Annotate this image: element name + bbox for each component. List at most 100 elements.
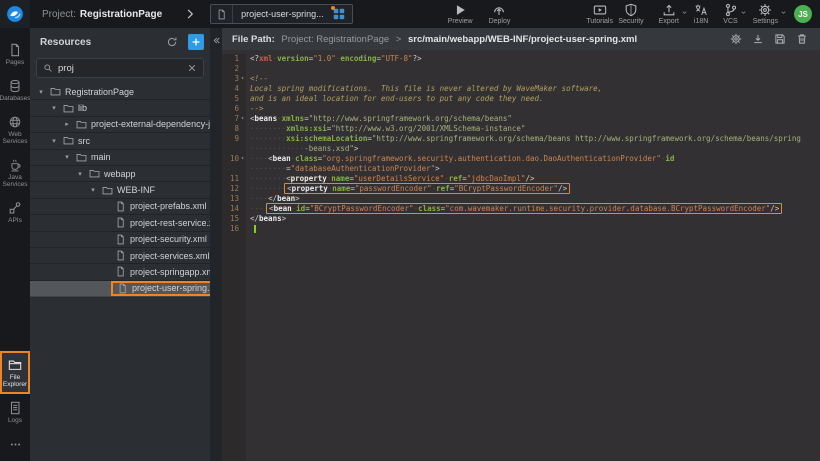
code-line[interactable]: ············-beans.xsd"> [222, 144, 820, 154]
add-resource-button[interactable] [188, 34, 204, 50]
code-line[interactable]: 5and is an ideal location for end-users … [222, 94, 820, 104]
code-line[interactable]: 6--> [222, 104, 820, 114]
tree-caret-icon[interactable]: ▾ [62, 153, 72, 161]
line-number: 11 [222, 174, 246, 184]
security-button[interactable]: Security [618, 3, 643, 25]
tree-caret-icon[interactable]: ▸ [62, 120, 72, 128]
left-rail: PagesDatabasesWeb ServicesJava ServicesA… [0, 28, 30, 461]
code-line[interactable]: 2 [222, 64, 820, 74]
code-line[interactable]: 1<?xml·version="1.0"·encoding="UTF-8"?> [222, 54, 820, 64]
code-line[interactable]: ········="databaseAuthenticationProvider… [222, 164, 820, 174]
delete-icon[interactable] [796, 33, 808, 45]
file-icon [115, 250, 126, 261]
tab-file-button[interactable] [211, 5, 233, 23]
folder-tab-icon [8, 358, 22, 372]
tree-item-main[interactable]: ▾main [30, 150, 210, 166]
folder-icon [76, 119, 87, 130]
save-icon[interactable] [774, 33, 786, 45]
refresh-icon[interactable] [166, 36, 178, 48]
logs-icon [8, 401, 22, 415]
tree-item-inner: src [59, 133, 94, 148]
chevron-down-icon[interactable] [780, 9, 787, 16]
tree-item-project-rest-service.xml[interactable]: project-rest-service.xml [30, 215, 210, 231]
editor-settings-icon[interactable] [730, 33, 742, 45]
tree-item-project-external-dependency-jars[interactable]: ▸ project-external-dependency-jars [30, 117, 210, 133]
tree-caret-icon[interactable]: ▾ [36, 88, 46, 96]
sidebar-item-pages[interactable]: Pages [0, 36, 30, 72]
fold-placeholder [239, 94, 246, 104]
user-avatar[interactable]: JS [794, 5, 812, 23]
code-area[interactable]: 1<?xml·version="1.0"·encoding="UTF-8"?>2… [222, 50, 820, 461]
tree-item-WEB-INF[interactable]: ▾ WEB-INF [30, 182, 210, 198]
panel-splitter[interactable] [210, 28, 222, 461]
code-line[interactable]: 12········<property·name="passwordEncode… [222, 184, 820, 194]
sidebar-item-web-services[interactable]: Web Services [0, 108, 30, 151]
deploy-button[interactable]: Deploy [489, 3, 511, 25]
code-line[interactable]: 15</beans> [222, 214, 820, 224]
code-line[interactable]: 7▾<beans·xmlns="http://www.springframewo… [222, 114, 820, 124]
annotation-box: <bean·id="BCryptPasswordEncoder"·class="… [266, 203, 782, 214]
tree-item-project-prefabs.xml[interactable]: project-prefabs.xml [30, 199, 210, 215]
export-button[interactable]: Export [659, 3, 679, 25]
settings-button[interactable]: Settings [753, 3, 778, 25]
code-line[interactable]: 3▾<!-- [222, 74, 820, 84]
tree-item-lib[interactable]: ▾lib [30, 100, 210, 116]
pages-grid-icon[interactable] [332, 7, 346, 21]
sidebar-item-file-explorer[interactable]: File Explorer [0, 351, 30, 394]
line-number [222, 164, 246, 174]
code-line[interactable]: 8········xmlns:xsi="http://www.w3.org/20… [222, 124, 820, 134]
sidebar-item-java-services[interactable]: Java Services [0, 151, 30, 194]
fold-toggle-icon[interactable]: ▾ [239, 74, 246, 84]
sidebar-item-apis[interactable]: APIs [0, 194, 30, 230]
code-empty-area[interactable] [222, 234, 820, 461]
deploy-icon [492, 3, 506, 17]
preview-button[interactable]: Preview [448, 3, 473, 25]
tree-item-label: project-external-dependency-jars [91, 119, 210, 129]
code-line[interactable]: 16 [222, 224, 820, 234]
tree-item-inner: project-services.xml [111, 248, 210, 263]
sidebar-item-logs[interactable]: Logs [0, 394, 30, 430]
code-line[interactable]: 14····<bean·id="BCryptPasswordEncoder"·c… [222, 204, 820, 214]
tree-item-src[interactable]: ▾src [30, 133, 210, 149]
i18n-button[interactable]: i18N [694, 3, 708, 25]
collapse-panel-icon[interactable] [212, 36, 221, 45]
tree-item-RegistrationPage[interactable]: ▾RegistrationPage [30, 84, 210, 100]
line-number: 4 [222, 84, 246, 94]
code-text: </beans> [246, 214, 286, 224]
rail-more-button[interactable] [0, 430, 30, 461]
project-label: Project: [42, 9, 76, 20]
download-icon[interactable] [752, 33, 764, 45]
search-input[interactable] [53, 63, 187, 74]
vcs-button[interactable]: VCS [723, 3, 737, 25]
tree-item-project-springapp.xml[interactable]: project-springapp.xml [30, 264, 210, 280]
tree-item-label: WEB-INF [117, 185, 155, 195]
tree-item-project-user-spring.xml[interactable]: project-user-spring.xml [30, 281, 210, 297]
file-path-breadcrumb: File Path: Project: RegistrationPage > s… [232, 34, 637, 45]
clear-search-icon[interactable] [187, 63, 197, 73]
tree-item-webapp[interactable]: ▾webapp [30, 166, 210, 182]
tutorials-button[interactable]: Tutorials [586, 3, 613, 25]
tree-item-project-security.xml[interactable]: project-security.xml [30, 232, 210, 248]
tree-caret-icon[interactable]: ▾ [49, 137, 59, 145]
main-area: PagesDatabasesWeb ServicesJava ServicesA… [0, 28, 820, 461]
code-line[interactable]: 10▾····<bean·class="org.springframework.… [222, 154, 820, 164]
code-line[interactable]: 4Local spring modifications. This file i… [222, 84, 820, 94]
tree-caret-icon[interactable]: ▾ [75, 170, 85, 178]
chevron-down-icon[interactable] [740, 9, 747, 16]
settings-label: Settings [753, 18, 778, 25]
sidebar-item-databases[interactable]: Databases [0, 72, 30, 108]
text-cursor [254, 225, 256, 233]
tree-item-project-services.xml[interactable]: project-services.xml [30, 248, 210, 264]
tree-item-inner: lib [59, 100, 91, 115]
open-file-tab[interactable]: project-user-spring... [210, 4, 353, 24]
code-text: <!-- [246, 74, 268, 84]
app-logo[interactable] [0, 0, 30, 28]
chevron-down-icon[interactable] [681, 9, 688, 16]
fold-placeholder [239, 134, 246, 144]
tree-item-inner: project-springapp.xml [111, 264, 210, 279]
tree-caret-icon[interactable]: ▾ [49, 104, 59, 112]
fold-toggle-icon[interactable]: ▾ [239, 154, 246, 164]
fold-toggle-icon[interactable]: ▾ [239, 114, 246, 124]
tree-caret-icon[interactable]: ▾ [88, 186, 98, 194]
code-line[interactable]: 9········xsi:schemaLocation="http://www.… [222, 134, 820, 144]
